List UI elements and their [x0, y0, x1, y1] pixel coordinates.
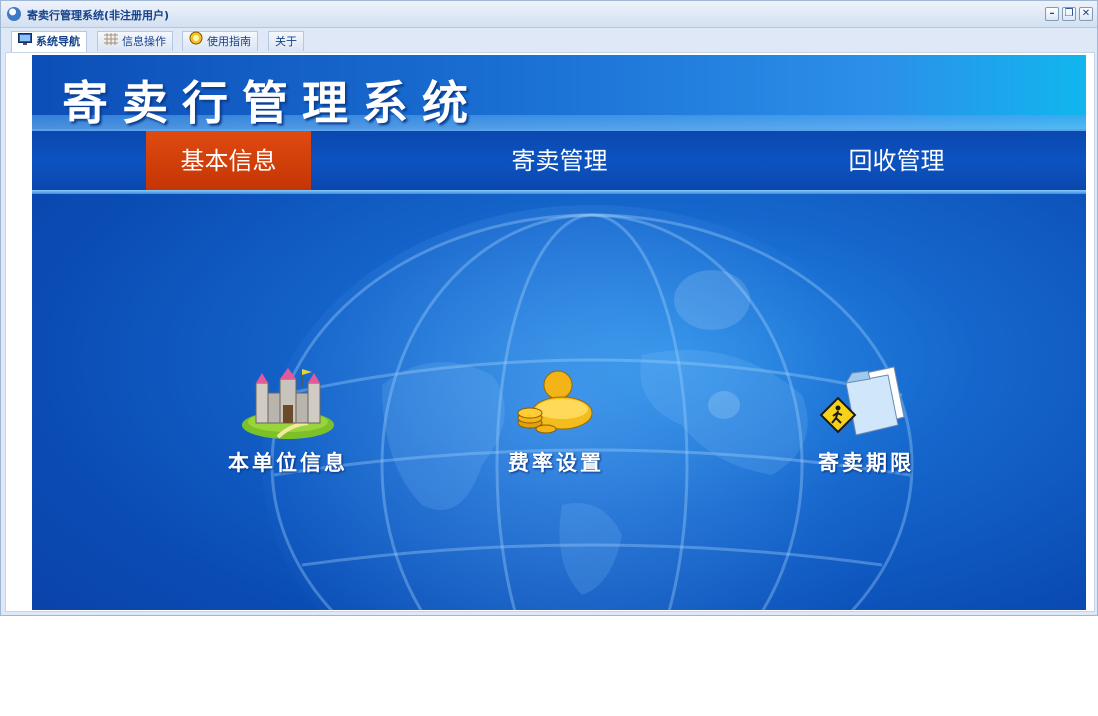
tile-label: 本单位信息 [228, 451, 348, 475]
tile-consignment-period[interactable]: 寄卖期限 [766, 365, 966, 477]
guide-icon [189, 31, 203, 51]
minimize-button[interactable]: – [1045, 7, 1059, 21]
nav-label: 寄卖管理 [511, 147, 608, 175]
tab-label: 关于 [275, 35, 297, 48]
castle-icon [238, 365, 338, 441]
app-icon [7, 7, 21, 21]
content-frame: 寄卖行管理系统 基本信息 寄卖管理 回收管理 本单位信息 费率设置 寄卖期限 [5, 52, 1095, 612]
tab-label: 信息操作 [122, 35, 166, 48]
tab-label: 系统导航 [36, 35, 80, 48]
window-title: 寄卖行管理系统(非注册用户) [27, 9, 170, 22]
tile-fee-settings[interactable]: 费率设置 [456, 365, 656, 477]
nav-divider [32, 190, 1086, 194]
tile-label: 费率设置 [508, 451, 604, 475]
nav-label: 回收管理 [848, 147, 945, 175]
tab-user-guide[interactable]: 使用指南 [182, 31, 258, 51]
tab-about[interactable]: 关于 [268, 31, 304, 51]
tab-strip: 系统导航 信息操作 使用指南 关于 [1, 28, 1097, 52]
monitor-icon [18, 32, 32, 51]
nav-label: 基本信息 [180, 147, 277, 175]
nav-basic-info[interactable]: 基本信息 [146, 131, 311, 191]
tile-label: 寄卖期限 [818, 451, 914, 475]
grid-icon [104, 32, 118, 51]
main-nav: 基本信息 寄卖管理 回收管理 [32, 129, 1086, 193]
money-icon [506, 365, 606, 441]
folder-warning-icon [816, 365, 916, 441]
nav-recycling[interactable]: 回收管理 [814, 131, 979, 191]
nav-consignment[interactable]: 寄卖管理 [477, 131, 642, 191]
app-window: 寄卖行管理系统(非注册用户) – ❐ ✕ 系统导航 信息操作 使用指南 关于 寄… [0, 0, 1098, 616]
restore-button[interactable]: ❐ [1062, 7, 1076, 21]
tile-unit-info[interactable]: 本单位信息 [188, 365, 388, 477]
app-title: 寄卖行管理系统 [62, 76, 482, 130]
tab-info-ops[interactable]: 信息操作 [97, 31, 173, 51]
main-banner: 寄卖行管理系统 基本信息 寄卖管理 回收管理 本单位信息 费率设置 寄卖期限 [32, 55, 1086, 610]
tab-system-nav[interactable]: 系统导航 [11, 31, 87, 52]
title-bar: 寄卖行管理系统(非注册用户) – ❐ ✕ [1, 1, 1097, 28]
close-button[interactable]: ✕ [1079, 7, 1093, 21]
banner-header: 寄卖行管理系统 [32, 55, 1086, 130]
tab-label: 使用指南 [207, 35, 251, 48]
